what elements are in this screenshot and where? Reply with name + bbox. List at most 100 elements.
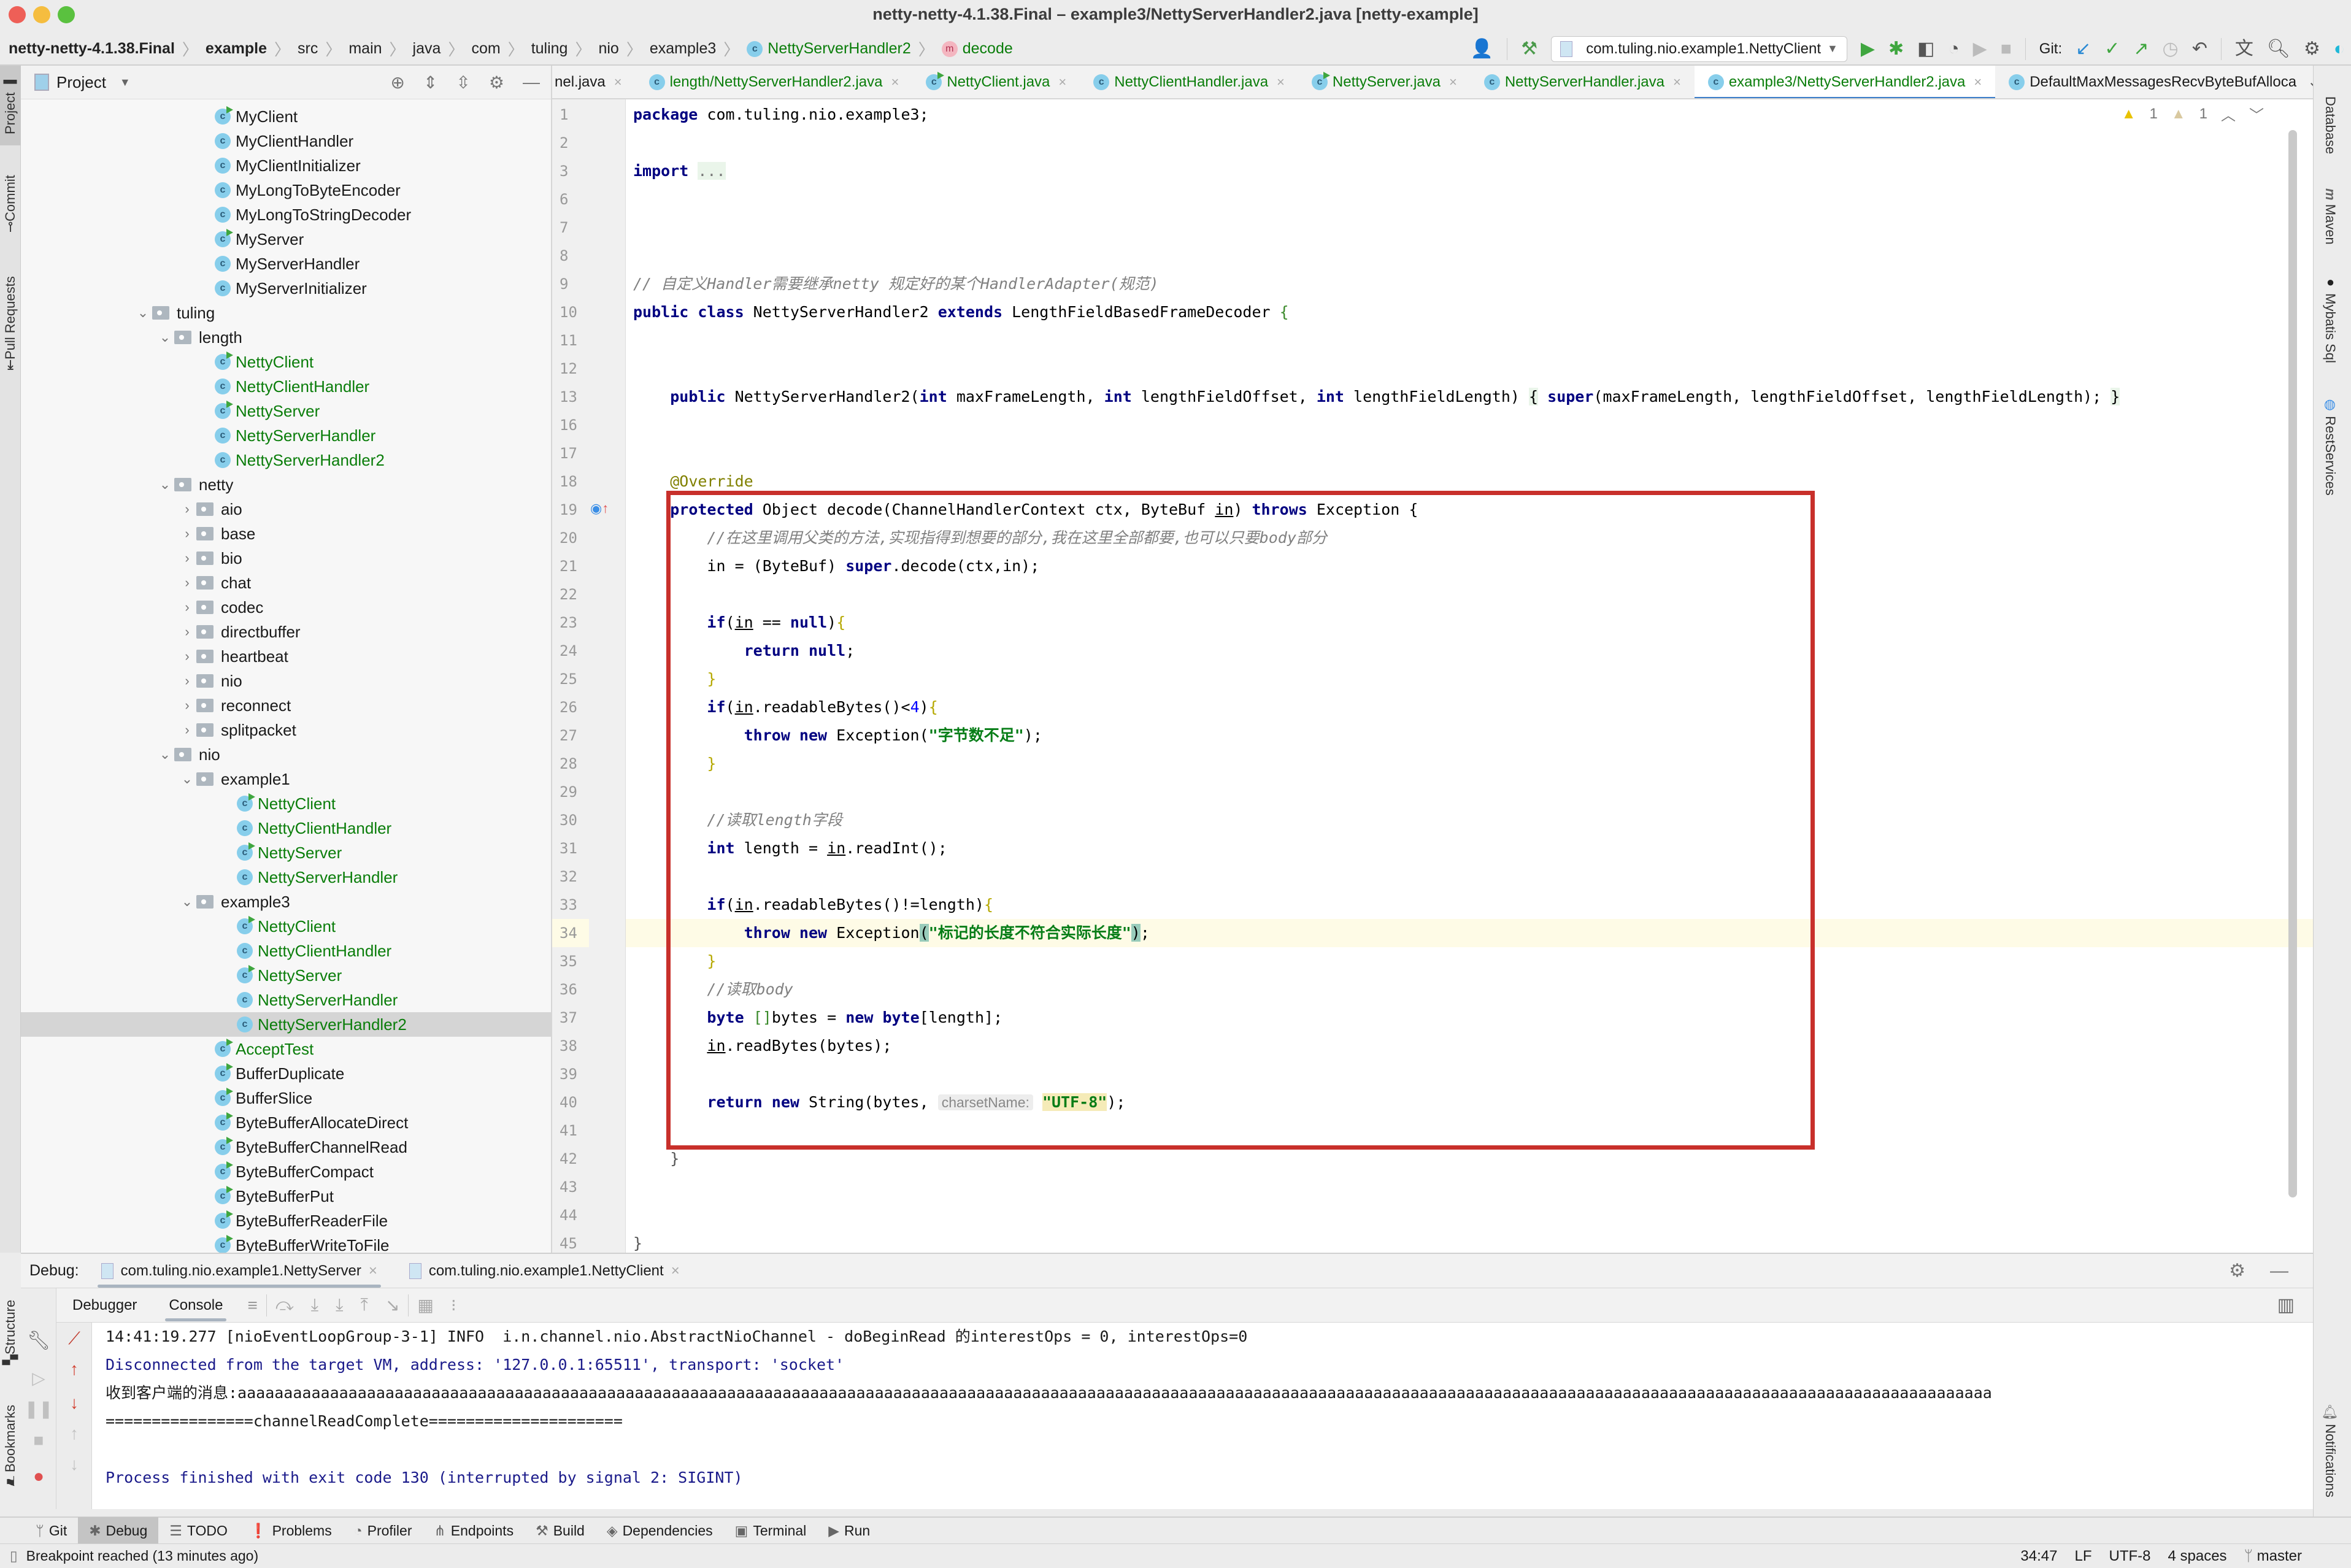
code-line[interactable]: if(in.readableBytes()<4){ (633, 693, 937, 721)
code-line[interactable]: } (633, 750, 716, 778)
tool-tab-project[interactable]: Project ▬ (0, 66, 21, 145)
tool-tab-pull-requests[interactable]: ⇤ Pull Requests (0, 262, 21, 385)
tool-tab-structure[interactable]: ▚ Structure (0, 1286, 21, 1378)
tree-folder[interactable]: › directbuffer (21, 620, 551, 644)
vertical-scrollbar[interactable] (2288, 130, 2297, 1197)
editor-tab[interactable]: c NettyClient.java × (912, 66, 1080, 98)
tool-tab-bookmarks[interactable]: ⚑ Bookmarks (0, 1391, 21, 1501)
code-line[interactable]: return null; (633, 637, 855, 665)
line-number[interactable]: 21 (552, 552, 589, 580)
line-number[interactable]: 44 (552, 1201, 589, 1229)
breadcrumb-item[interactable]: tuling (531, 32, 568, 66)
tree-class[interactable]: c MyServerInitializer (21, 276, 551, 301)
tree-folder[interactable]: ⌄ nio (21, 742, 551, 767)
code-line[interactable]: byte []bytes = new byte[length]; (633, 1004, 1002, 1032)
tree-class[interactable]: c NettyClientHandler (21, 816, 551, 840)
chevron-down-icon[interactable]: ﹀ (2249, 103, 2264, 125)
stop-icon[interactable]: ■ (2001, 39, 2012, 58)
inspection-widget[interactable]: ▲ 1 ▲ 1 ︿ ﹀ (2122, 103, 2264, 125)
tree-folder[interactable]: › splitpacket (21, 718, 551, 742)
tree-class[interactable]: c NettyServerHandler (21, 865, 551, 890)
run-to-cursor-icon[interactable]: ↘ (385, 1295, 399, 1315)
code-line[interactable]: package com.tuling.nio.example3; (633, 101, 929, 129)
history-icon[interactable]: ◷ (2163, 39, 2179, 58)
code-line[interactable]: throw new Exception("字节数不足"); (633, 721, 1042, 750)
evaluate-expression-icon[interactable]: ▦ (417, 1295, 433, 1315)
line-number[interactable]: 12 (552, 355, 589, 383)
tool-window-run[interactable]: ▶ Run (817, 1517, 881, 1544)
code-line[interactable]: // 自定义Handler需要继承netty 规定好的某个HandlerAdap… (633, 270, 1159, 298)
locate-icon[interactable]: ⊕ (390, 72, 404, 93)
tree-class[interactable]: c ByteBufferReaderFile (21, 1209, 551, 1233)
line-number[interactable]: 27 (552, 721, 589, 750)
breadcrumb-item-method[interactable]: m decode (941, 32, 1013, 66)
tree-class[interactable]: c MyServerHandler (21, 252, 551, 276)
tree-class[interactable]: c NettyServer (21, 840, 551, 865)
line-number[interactable]: 10 (552, 298, 589, 326)
chevron-right-icon[interactable]: › (178, 550, 196, 566)
chevron-down-icon[interactable]: ⌄ (178, 771, 196, 787)
tool-tab-commit[interactable]: ⊸ Commit (0, 158, 21, 250)
tree-class[interactable]: c MyLongToByteEncoder (21, 178, 551, 202)
tree-folder[interactable]: ⌄ example3 (21, 890, 551, 914)
code-line[interactable]: } (633, 947, 716, 975)
run-icon[interactable]: ▶ (1861, 39, 1875, 58)
code-line[interactable]: public NettyServerHandler2(int maxFrameL… (633, 383, 2120, 411)
trace-stream-icon[interactable]: ⁝ (451, 1295, 456, 1315)
tree-class[interactable]: c NettyClientHandler (21, 939, 551, 963)
line-number[interactable]: 9 (552, 270, 589, 298)
profile-icon[interactable]: ◔ (1948, 39, 1959, 58)
close-tab-icon[interactable]: × (891, 74, 899, 90)
git-push-icon[interactable]: ↗ (2133, 39, 2149, 58)
line-number[interactable]: 37 (552, 1004, 589, 1032)
chevron-up-icon[interactable]: ︿ (2221, 103, 2236, 125)
code-line[interactable]: return new String(bytes, charsetName: "U… (633, 1088, 1125, 1116)
tool-window-todo[interactable]: ☰ TODO (158, 1517, 239, 1544)
line-number[interactable]: 39 (552, 1060, 589, 1088)
tool-window-terminal[interactable]: ▣ Terminal (724, 1517, 818, 1544)
tool-tab-database[interactable]: Database (2322, 96, 2338, 154)
breadcrumb-item[interactable]: example (206, 32, 267, 66)
tree-class[interactable]: c NettyServerHandler (21, 988, 551, 1012)
close-tab-icon[interactable]: × (1974, 74, 1982, 90)
code-line[interactable]: in = (ByteBuf) super.decode(ctx,in); (633, 552, 1039, 580)
git-update-icon[interactable]: ↙ (2076, 39, 2091, 58)
code-line[interactable]: int length = in.readInt(); (633, 834, 947, 863)
chevron-right-icon[interactable]: › (178, 575, 196, 591)
tree-class[interactable]: c ByteBufferCompact (21, 1159, 551, 1184)
chevron-right-icon[interactable]: › (178, 599, 196, 615)
hide-icon[interactable]: — (523, 72, 540, 93)
tool-tab-notifications[interactable]: 🔔︎ Notifications (2322, 1403, 2338, 1497)
line-number[interactable]: 8 (552, 242, 589, 270)
line-number[interactable]: 31 (552, 834, 589, 863)
tool-tab-mybatis-sql[interactable]: ● Mybatis Sql (2322, 274, 2338, 363)
line-number[interactable]: 30 (552, 806, 589, 834)
down-arrow-icon[interactable]: ↓ (56, 1455, 92, 1474)
close-tab-icon[interactable]: × (1673, 74, 1681, 90)
minimize-icon[interactable]: — (2270, 1261, 2288, 1282)
rollback-icon[interactable]: ↶ (2192, 39, 2207, 58)
breadcrumb-item[interactable]: com (471, 32, 500, 66)
tool-window-dependencies[interactable]: ◈ Dependencies (596, 1517, 724, 1544)
breadcrumb-item[interactable]: java (413, 32, 441, 66)
line-number[interactable]: 1 (552, 101, 589, 129)
line-number[interactable]: 24 (552, 637, 589, 665)
code-line[interactable]: public class NettyServerHandler2 extends… (633, 298, 1289, 326)
debug-session-tab[interactable]: com.tuling.nio.example1.NettyServer × (85, 1253, 393, 1289)
chevron-right-icon[interactable]: › (178, 648, 196, 664)
code-line[interactable]: //读取body (633, 975, 793, 1004)
tree-folder[interactable]: › nio (21, 669, 551, 693)
line-number[interactable]: 20 (552, 524, 589, 552)
tree-folder[interactable]: ⌄ netty (21, 472, 551, 497)
chevron-right-icon[interactable]: › (178, 624, 196, 640)
tree-class[interactable]: c NettyServerHandler (21, 423, 551, 448)
tree-class[interactable]: c NettyClient (21, 350, 551, 374)
line-number[interactable]: 17 (552, 439, 589, 467)
tree-folder[interactable]: › codec (21, 595, 551, 620)
tree-class[interactable]: c MyServer (21, 227, 551, 252)
line-number[interactable]: 6 (552, 185, 589, 213)
close-icon[interactable]: × (369, 1262, 377, 1280)
close-tab-icon[interactable]: × (614, 74, 622, 90)
user-icon[interactable]: 👤 (1471, 39, 1493, 58)
code-line[interactable]: //在这里调用父类的方法,实现指得到想要的部分,我在这里全部都要,也可以只要bo… (633, 524, 1326, 552)
